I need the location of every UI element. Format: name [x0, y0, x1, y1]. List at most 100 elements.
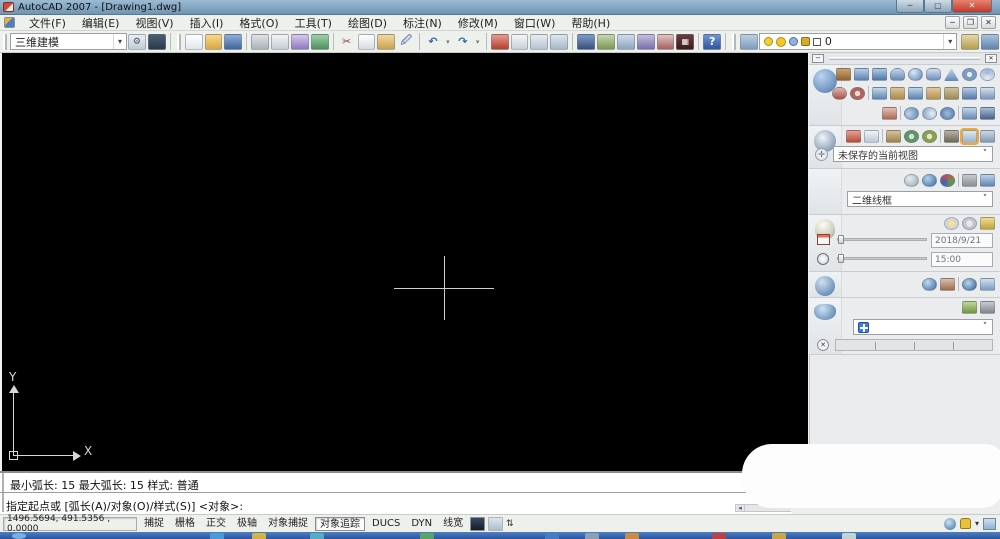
- toggle-polar[interactable]: 极轴: [233, 517, 261, 531]
- zoom-window-icon[interactable]: [530, 33, 549, 50]
- tray-dropdown-icon[interactable]: ▾: [975, 519, 979, 528]
- visual-style-combobox[interactable]: 二维线框 ˅: [847, 191, 993, 207]
- undo-dropdown-icon[interactable]: ▾: [444, 34, 452, 50]
- doc-restore-button[interactable]: ❐: [963, 16, 978, 29]
- render-environment-icon[interactable]: [962, 301, 977, 314]
- nav-pan-icon[interactable]: [846, 129, 861, 143]
- paste-icon[interactable]: [377, 33, 396, 50]
- layer-lock-icon[interactable]: [800, 37, 810, 46]
- sun-time-slider[interactable]: [837, 254, 927, 263]
- camera-icon[interactable]: [944, 129, 959, 143]
- menu-insert[interactable]: 插入(I): [182, 14, 232, 32]
- toggle-otrack[interactable]: 对象追踪: [315, 516, 365, 531]
- quickcalc-icon[interactable]: ▦: [676, 33, 695, 50]
- communication-center-icon[interactable]: [943, 517, 956, 530]
- combo-arrow-icon[interactable]: ▾: [113, 34, 126, 49]
- visual-style-header[interactable]: [809, 169, 842, 214]
- doc-close-button[interactable]: ✕: [981, 16, 996, 29]
- sweep-icon[interactable]: [908, 86, 923, 100]
- taskbar-app-icon[interactable]: [585, 533, 599, 539]
- markup-set-manager-icon[interactable]: [656, 33, 675, 50]
- designcenter-icon[interactable]: [596, 33, 615, 50]
- toolbar-grip[interactable]: [732, 33, 737, 50]
- panel-minimize-icon[interactable]: −: [812, 54, 824, 63]
- menu-modify[interactable]: 修改(M): [450, 14, 506, 32]
- render-crop-icon[interactable]: ✕: [817, 339, 829, 351]
- sphere-icon[interactable]: [908, 68, 923, 81]
- plot-preview-icon[interactable]: [271, 33, 289, 50]
- redo-icon[interactable]: ↷: [454, 34, 472, 50]
- torus-icon[interactable]: [962, 68, 977, 81]
- wedge-icon[interactable]: [872, 68, 887, 81]
- cone-icon[interactable]: [890, 68, 905, 81]
- section-plane-icon[interactable]: [980, 106, 995, 120]
- save-workspace-icon[interactable]: [147, 33, 166, 50]
- layer-color-swatch[interactable]: [812, 37, 821, 46]
- extrude-icon[interactable]: [872, 86, 887, 100]
- menu-draw[interactable]: 绘图(D): [340, 14, 395, 32]
- sun-date-field[interactable]: 2018/9/21: [931, 233, 993, 248]
- open-icon[interactable]: [204, 33, 223, 50]
- workspace-combobox[interactable]: 三维建模 ▾: [10, 33, 128, 50]
- menu-window[interactable]: 窗口(W): [506, 14, 563, 32]
- polysolid-icon[interactable]: [836, 68, 851, 81]
- menu-help[interactable]: 帮助(H): [563, 14, 618, 32]
- visual-style-chevron-icon[interactable]: ˅: [978, 192, 992, 206]
- manage-visual-styles-icon[interactable]: [962, 173, 977, 187]
- panel-grip[interactable]: [829, 57, 980, 60]
- clean-screen-icon[interactable]: [983, 517, 996, 530]
- model-space-icon[interactable]: [470, 516, 486, 531]
- layer-freeze-sun-icon[interactable]: [775, 36, 786, 47]
- undo-icon[interactable]: ↶: [424, 34, 442, 50]
- sun-status-icon[interactable]: [944, 217, 959, 230]
- subtract-icon[interactable]: [922, 106, 937, 120]
- match-properties-icon[interactable]: 🖉: [397, 34, 415, 50]
- view-controls-icon[interactable]: ✛: [815, 148, 828, 161]
- visual-style-settings-icon[interactable]: [980, 173, 995, 187]
- layout-icon[interactable]: [488, 516, 504, 531]
- toggle-osnap[interactable]: 对象捕捉: [264, 517, 312, 531]
- panel-close-icon[interactable]: ✕: [985, 54, 997, 63]
- apply-material-icon[interactable]: [940, 277, 955, 291]
- materials-icon[interactable]: [815, 276, 835, 296]
- style-realistic-icon[interactable]: [940, 173, 955, 187]
- zoom-previous-icon[interactable]: [550, 33, 569, 50]
- taskbar-app-icon[interactable]: [210, 533, 224, 539]
- taskbar-app-icon[interactable]: [310, 533, 324, 539]
- taskbar-app-icon[interactable]: [252, 533, 266, 539]
- constrained-orbit-icon[interactable]: [904, 129, 919, 143]
- copy-icon[interactable]: [357, 33, 376, 50]
- publish-web-icon[interactable]: [310, 33, 329, 50]
- workspace-settings-icon[interactable]: ⚙: [128, 33, 146, 50]
- command-prompt-line[interactable]: 指定起点或 [弧长(A)/对象(O)/样式(S)] <对象>:: [6, 498, 243, 514]
- taskbar-app-icon[interactable]: [772, 533, 786, 539]
- toggle-ducs[interactable]: DUCS: [368, 517, 404, 531]
- sun-date-slider[interactable]: [837, 235, 927, 244]
- scroll-left-icon[interactable]: ◂: [736, 504, 745, 512]
- render-preset-chevron-icon[interactable]: ˅: [978, 320, 992, 334]
- free-orbit-icon[interactable]: [922, 129, 937, 143]
- render-preset-combobox[interactable]: ˅: [853, 319, 993, 335]
- view-combobox[interactable]: 未保存的当前视图 ˅: [833, 146, 993, 162]
- menu-edit[interactable]: 编辑(E): [74, 14, 128, 32]
- advanced-render-settings-icon[interactable]: [980, 301, 995, 314]
- helix-icon[interactable]: [980, 68, 995, 81]
- menu-dimension[interactable]: 标注(N): [395, 14, 450, 32]
- parallel-projection-icon[interactable]: [960, 127, 979, 145]
- layer-combobox[interactable]: 0 ▾: [758, 33, 958, 50]
- intersect-icon[interactable]: [940, 106, 955, 120]
- light-list-icon[interactable]: [980, 217, 995, 230]
- box-icon[interactable]: [854, 68, 869, 81]
- taskbar-app-icon[interactable]: [625, 533, 639, 539]
- doc-minimize-button[interactable]: ─: [945, 16, 960, 29]
- taskbar-app-icon[interactable]: [545, 533, 559, 539]
- materials-header[interactable]: [809, 272, 842, 297]
- convert-to-solid-icon[interactable]: [882, 106, 897, 120]
- plot-icon[interactable]: [251, 33, 270, 50]
- drawing-canvas[interactable]: [2, 53, 808, 471]
- taskbar-app-icon[interactable]: [420, 533, 434, 539]
- maximize-button[interactable]: ▢: [924, 0, 952, 13]
- toggle-lineweight[interactable]: 线宽: [439, 517, 467, 531]
- minimize-button[interactable]: ─: [896, 0, 924, 13]
- save-icon[interactable]: [224, 33, 243, 50]
